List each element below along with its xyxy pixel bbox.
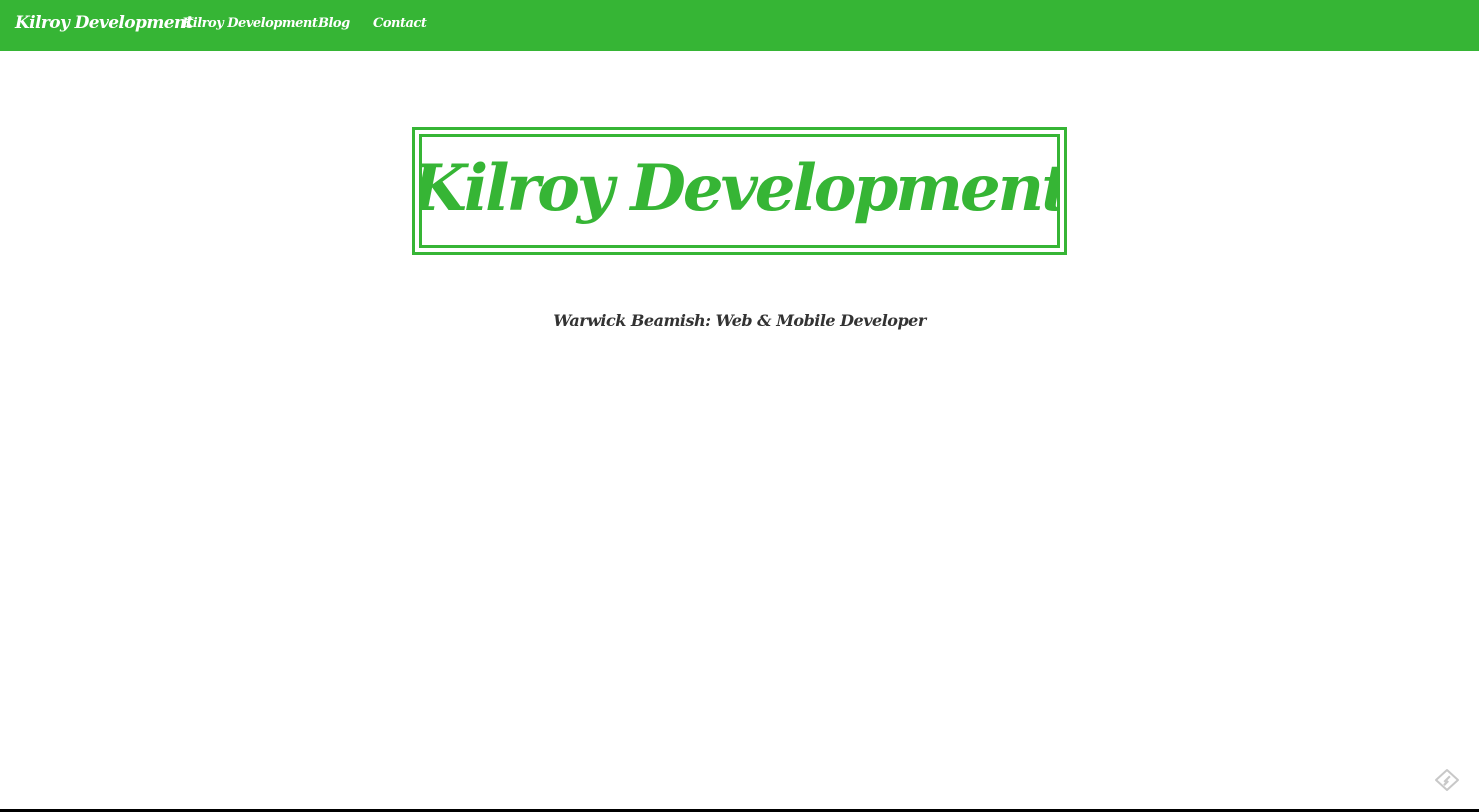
hero-logo-text: Kilroy Development (419, 150, 1060, 226)
hero-tagline: Warwick Beamish: Web & Mobile Developer (553, 311, 926, 330)
nav-link-blog[interactable]: Blog (318, 16, 350, 31)
hero-logo-frame: Kilroy Development (412, 127, 1067, 255)
nav-link-kilroy-development[interactable]: Kilroy Development (182, 16, 318, 31)
feedly-icon[interactable] (1434, 768, 1460, 792)
brand-link[interactable]: Kilroy Development (15, 13, 194, 33)
nav-link-contact[interactable]: Contact (373, 16, 427, 31)
feedly-icon-graphic (1435, 769, 1459, 791)
top-navbar: Kilroy Development Kilroy Development Bl… (0, 0, 1479, 51)
hero-logo-inner-frame: Kilroy Development (419, 134, 1060, 248)
